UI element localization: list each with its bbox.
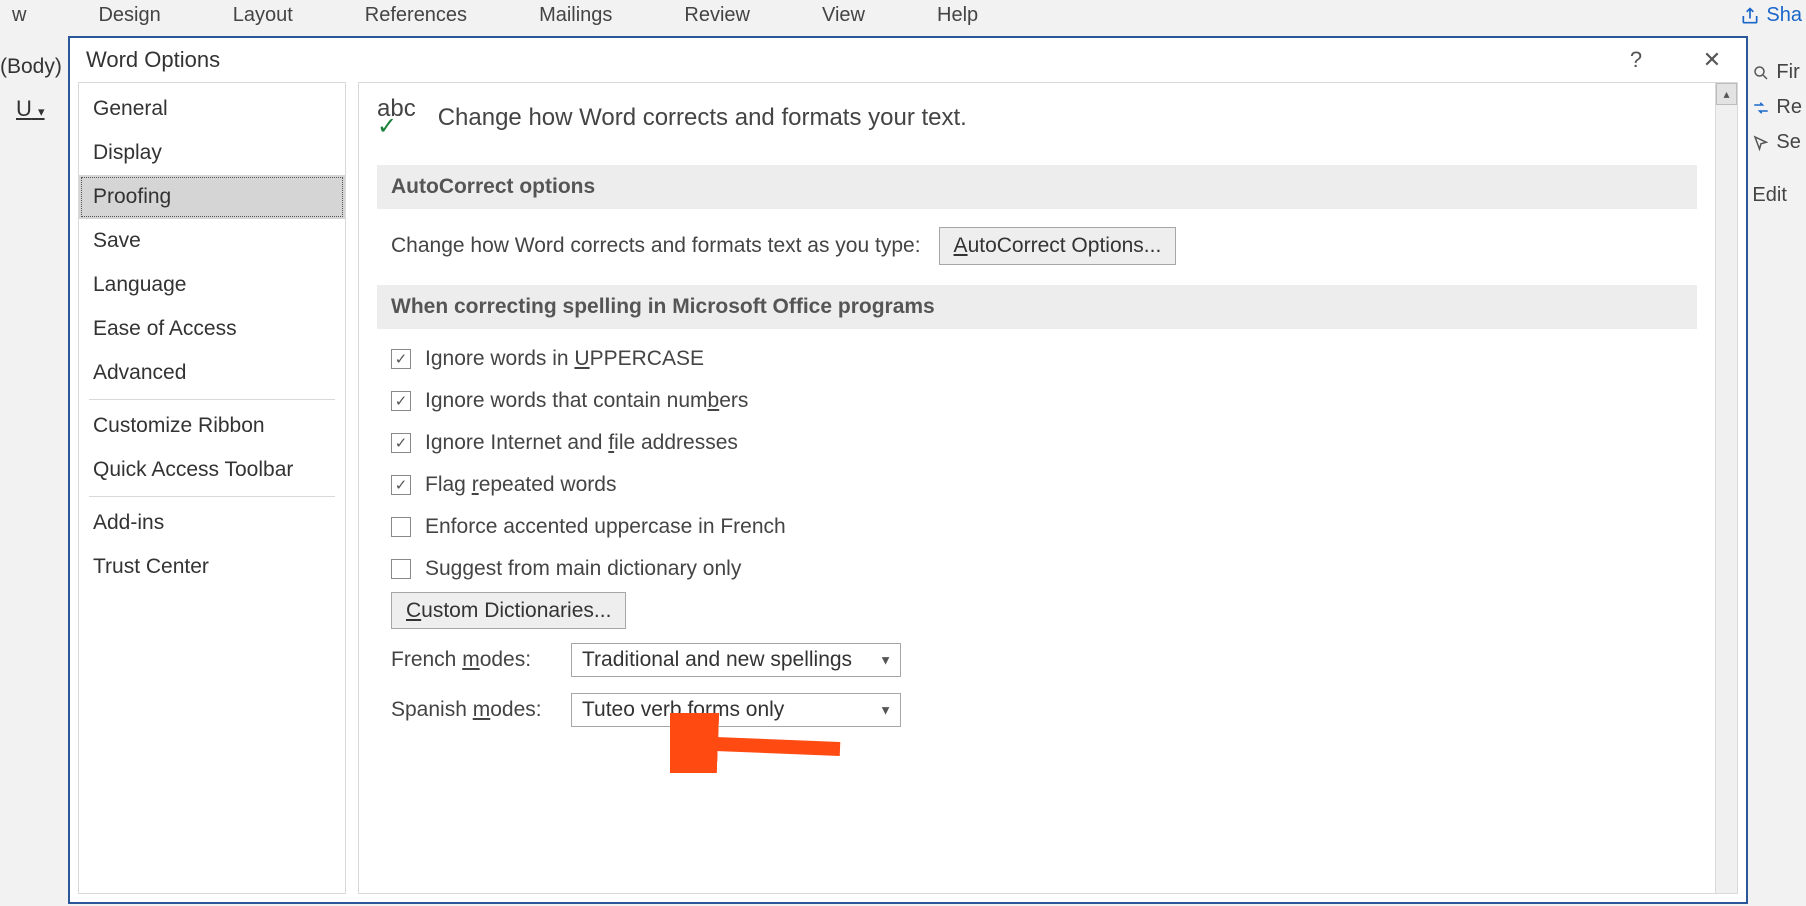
checkbox[interactable] (391, 517, 411, 537)
underline-button-fragment[interactable]: U ▾ (16, 96, 45, 122)
checkbox-label: Ignore words in UPPERCASE (425, 347, 704, 371)
cursor-icon (1752, 134, 1770, 152)
checkbox-label: Ignore words that contain numbers (425, 389, 748, 413)
ribbon-item[interactable]: Help (937, 4, 978, 27)
section-spelling: When correcting spelling in Microsoft Of… (377, 285, 1697, 329)
options-content: abc ✓ Change how Word corrects and forma… (359, 83, 1715, 893)
search-icon (1752, 64, 1770, 82)
checkbox-row: ✓ Ignore words in UPPERCASE (391, 347, 1697, 371)
checkbox-row: Suggest from main dictionary only (391, 557, 1697, 581)
checkbox[interactable] (391, 559, 411, 579)
sidebar-item-general[interactable]: General (79, 87, 345, 131)
autocorrect-desc: Change how Word corrects and formats tex… (391, 234, 921, 258)
checkbox-label: Enforce accented uppercase in French (425, 515, 786, 539)
dialog-title: Word Options (86, 47, 220, 73)
close-icon[interactable]: ✕ (1694, 47, 1730, 73)
help-icon[interactable]: ? (1618, 47, 1654, 73)
ribbon-item[interactable]: References (365, 4, 467, 27)
ribbon-menu: w Design Layout References Mailings Revi… (0, 0, 1806, 30)
share-icon (1740, 6, 1760, 26)
sidebar-item-display[interactable]: Display (79, 131, 345, 175)
checkbox-label: Flag repeated words (425, 473, 616, 497)
french-modes-label: French modes: (391, 648, 551, 672)
checkbox[interactable]: ✓ (391, 391, 411, 411)
chevron-down-icon: ▼ (879, 653, 892, 668)
checkbox[interactable]: ✓ (391, 349, 411, 369)
checkbox-row: ✓ Flag repeated words (391, 473, 1697, 497)
sidebar-item-trust-center[interactable]: Trust Center (79, 545, 345, 589)
autocorrect-options-button[interactable]: AutoCorrect Options... (939, 227, 1177, 265)
custom-dictionaries-button[interactable]: Custom Dictionaries... (391, 592, 626, 629)
spanish-modes-select[interactable]: Tuteo verb forms only▼ (571, 693, 901, 727)
checkbox-row: ✓ Ignore words that contain numbers (391, 389, 1697, 413)
sidebar-item-ease-of-access[interactable]: Ease of Access (79, 307, 345, 351)
french-modes-select[interactable]: Traditional and new spellings▼ (571, 643, 901, 677)
dialog-titlebar: Word Options ? ✕ (70, 38, 1746, 82)
page-subtitle: Change how Word corrects and formats you… (438, 104, 967, 132)
checkbox-row: Enforce accented uppercase in French (391, 515, 1697, 539)
options-sidebar: General Display Proofing Save Language E… (78, 82, 346, 894)
right-pane-fragments: Fir Re Se Edit (1748, 55, 1806, 213)
scroll-up-icon[interactable]: ▴ (1716, 83, 1737, 105)
ribbon-item[interactable]: View (822, 4, 865, 27)
share-button-fragment[interactable]: Sha (1736, 0, 1806, 31)
sidebar-item-advanced[interactable]: Advanced (79, 351, 345, 395)
sidebar-item-language[interactable]: Language (79, 263, 345, 307)
checkbox-label: Suggest from main dictionary only (425, 557, 741, 581)
spanish-modes-label: Spanish modes: (391, 698, 551, 722)
word-options-dialog: Word Options ? ✕ General Display Proofin… (68, 36, 1748, 904)
ribbon-item[interactable]: Layout (233, 4, 293, 27)
checkbox[interactable]: ✓ (391, 433, 411, 453)
sidebar-item-add-ins[interactable]: Add-ins (79, 501, 345, 545)
sidebar-item-save[interactable]: Save (79, 219, 345, 263)
section-autocorrect: AutoCorrect options (377, 165, 1697, 209)
sidebar-item-proofing[interactable]: Proofing (79, 175, 345, 219)
sidebar-item-quick-access-toolbar[interactable]: Quick Access Toolbar (79, 448, 345, 492)
proofing-icon: abc ✓ (377, 97, 416, 139)
checkbox-row: ✓ Ignore Internet and file addresses (391, 431, 1697, 455)
scrollbar[interactable]: ▴ (1715, 83, 1737, 893)
font-body-fragment: (Body) (0, 55, 62, 79)
chevron-down-icon: ▼ (879, 703, 892, 718)
replace-icon (1752, 99, 1770, 117)
checkbox-label: Ignore Internet and file addresses (425, 431, 738, 455)
ribbon-item[interactable]: w (12, 4, 26, 27)
ribbon-item[interactable]: Mailings (539, 4, 612, 27)
checkbox[interactable]: ✓ (391, 475, 411, 495)
sidebar-item-customize-ribbon[interactable]: Customize Ribbon (79, 404, 345, 448)
ribbon-item[interactable]: Design (98, 4, 160, 27)
ribbon-item[interactable]: Review (684, 4, 750, 27)
